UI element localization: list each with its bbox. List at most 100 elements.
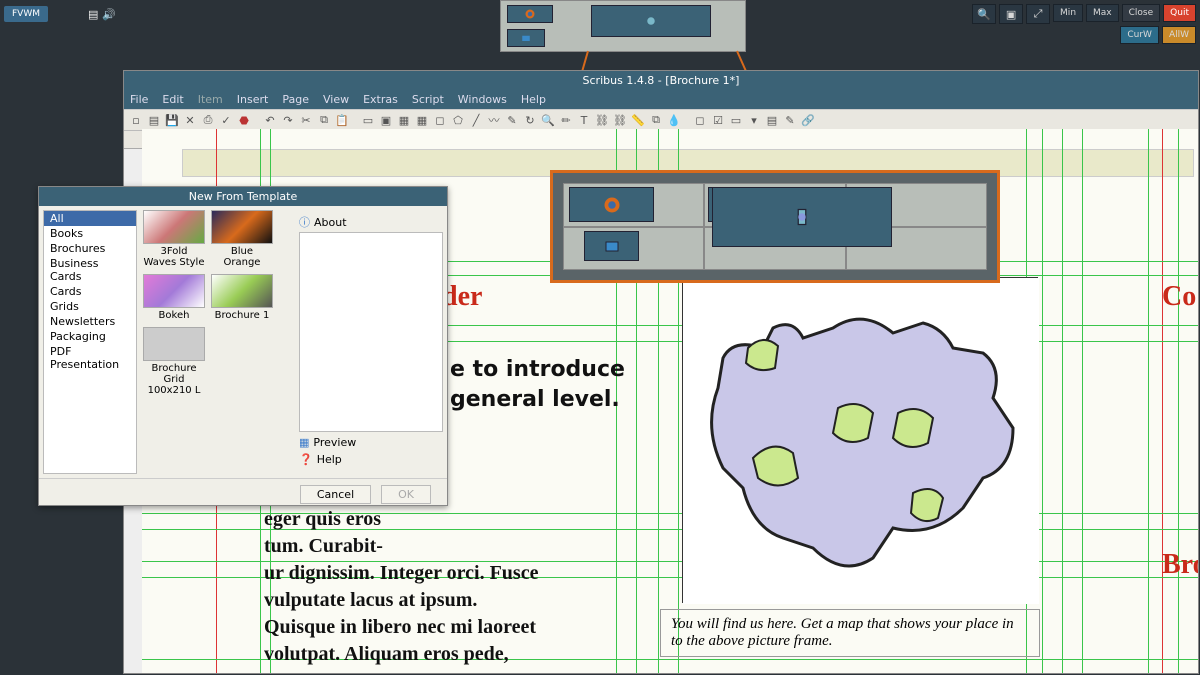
dialog-new-from-template: New From Template AllBooksBrochuresBusin… (38, 186, 448, 506)
map-image-frame[interactable] (682, 277, 1038, 603)
pager-files-zoom[interactable] (584, 231, 639, 261)
allw-button[interactable]: AllW (1162, 26, 1196, 44)
pdf-list-icon[interactable]: ▤ (764, 112, 780, 128)
fvwm-logo[interactable]: FVWM (4, 6, 48, 22)
redo-icon[interactable]: ↷ (280, 112, 296, 128)
category-list[interactable]: AllBooksBrochuresBusiness CardsCardsGrid… (43, 210, 137, 474)
edit-icon[interactable]: ✏ (558, 112, 574, 128)
template-thumb[interactable]: 3Fold Waves Style (143, 210, 205, 268)
pager-icon[interactable]: ▤ (88, 8, 98, 21)
dialog-title: New From Template (39, 187, 447, 206)
menu-page[interactable]: Page (282, 93, 309, 106)
menu-script[interactable]: Script (412, 93, 444, 106)
close-button[interactable]: Close (1122, 4, 1161, 22)
pager-firefox[interactable] (507, 5, 553, 23)
table-icon[interactable]: ▦ (414, 112, 430, 128)
category-item[interactable]: PDF Presentation (44, 344, 136, 372)
quit-button[interactable]: Quit (1163, 4, 1196, 22)
story-icon[interactable]: T (576, 112, 592, 128)
close-icon[interactable]: ✕ (182, 112, 198, 128)
ok-button[interactable]: OK (381, 485, 431, 504)
template-thumb[interactable]: Brochure Grid 100x210 L (143, 327, 205, 396)
pager-scribus-zoom[interactable] (712, 187, 892, 247)
pager-firefox-zoom[interactable] (569, 187, 654, 222)
template-label: Bokeh (143, 310, 205, 321)
frame-text-icon[interactable]: ▭ (360, 112, 376, 128)
line-icon[interactable]: ╱ (468, 112, 484, 128)
print-icon[interactable]: ⎙ (200, 112, 216, 128)
save-icon[interactable]: 💾 (164, 112, 180, 128)
menu-view[interactable]: View (323, 93, 349, 106)
category-item[interactable]: Packaging (44, 329, 136, 344)
window-icon[interactable]: ▣ (999, 4, 1023, 24)
unlink-icon[interactable]: ⛓ (612, 112, 628, 128)
eyedropper-icon[interactable]: 💧 (666, 112, 682, 128)
measure-icon[interactable]: 📏 (630, 112, 646, 128)
freehand-icon[interactable]: ✎ (504, 112, 520, 128)
menu-item[interactable]: Item (198, 93, 223, 106)
category-item[interactable]: All (44, 211, 136, 226)
category-item[interactable]: Cards (44, 284, 136, 299)
cut-icon[interactable]: ✂ (298, 112, 314, 128)
search-icon[interactable]: 🔍 (972, 4, 996, 24)
category-item[interactable]: Brochures (44, 241, 136, 256)
template-label: Blue Orange (211, 246, 273, 268)
zoom-icon[interactable]: 🔍 (540, 112, 556, 128)
intro-text[interactable]: e to introduce general level. (450, 355, 625, 414)
expand-icon[interactable]: ⤢ (1026, 4, 1050, 24)
header-text-right2[interactable]: Bro (1162, 549, 1198, 581)
min-button[interactable]: Min (1053, 4, 1083, 22)
category-item[interactable]: Newsletters (44, 314, 136, 329)
polygon-icon[interactable]: ⬠ (450, 112, 466, 128)
link-icon[interactable]: ⛓ (594, 112, 610, 128)
undo-icon[interactable]: ↶ (262, 112, 278, 128)
max-button[interactable]: Max (1086, 4, 1119, 22)
copyprops-icon[interactable]: ⧉ (648, 112, 664, 128)
template-thumb[interactable]: Blue Orange (211, 210, 273, 268)
template-thumb[interactable]: Brochure 1 (211, 274, 273, 321)
category-item[interactable]: Business Cards (44, 256, 136, 284)
window-title: Scribus 1.4.8 - [Brochure 1*] (124, 71, 1198, 90)
rotate-icon[interactable]: ↻ (522, 112, 538, 128)
pdf-combo-icon[interactable]: ▾ (746, 112, 762, 128)
curw-button[interactable]: CurW (1120, 26, 1159, 44)
check-icon[interactable]: ✓ (218, 112, 234, 128)
paste-icon[interactable]: 📋 (334, 112, 350, 128)
menu-extras[interactable]: Extras (363, 93, 398, 106)
pdf-chk-icon[interactable]: ☑ (710, 112, 726, 128)
pager-small[interactable] (500, 0, 746, 52)
cancel-button[interactable]: Cancel (300, 485, 371, 504)
menu-windows[interactable]: Windows (458, 93, 507, 106)
pdf-btn-icon[interactable]: ◻ (692, 112, 708, 128)
about-label: About (314, 216, 347, 229)
pager-files[interactable] (507, 29, 545, 47)
template-thumb[interactable]: Bokeh (143, 274, 205, 321)
pdf-icon[interactable]: ⬣ (236, 112, 252, 128)
pdf-annot-icon[interactable]: ✎ (782, 112, 798, 128)
volume-icon[interactable]: 🔊 (102, 8, 116, 21)
about-box (299, 232, 443, 432)
open-icon[interactable]: ▤ (146, 112, 162, 128)
new-icon[interactable]: ▫ (128, 112, 144, 128)
guide (1148, 129, 1149, 673)
pdf-text-icon[interactable]: ▭ (728, 112, 744, 128)
shape-icon[interactable]: ◻ (432, 112, 448, 128)
menu-insert[interactable]: Insert (237, 93, 269, 106)
header-text[interactable]: der (442, 281, 482, 313)
menu-edit[interactable]: Edit (162, 93, 183, 106)
copy-icon[interactable]: ⧉ (316, 112, 332, 128)
render-icon[interactable]: ▦ (396, 112, 412, 128)
pager-scribus[interactable] (591, 5, 711, 37)
bezier-icon[interactable]: 〰 (486, 112, 502, 128)
menu-file[interactable]: File (130, 93, 148, 106)
header-text-right[interactable]: Co (1162, 281, 1196, 313)
category-item[interactable]: Grids (44, 299, 136, 314)
pdf-link-icon[interactable]: 🔗 (800, 112, 816, 128)
preview-icon: ▦ (299, 436, 309, 449)
frame-image-icon[interactable]: ▣ (378, 112, 394, 128)
menu-help[interactable]: Help (521, 93, 546, 106)
template-label: 3Fold Waves Style (143, 246, 205, 268)
map-caption[interactable]: You will find us here. Get a map that sh… (660, 609, 1040, 657)
category-item[interactable]: Books (44, 226, 136, 241)
guide (1178, 129, 1179, 673)
